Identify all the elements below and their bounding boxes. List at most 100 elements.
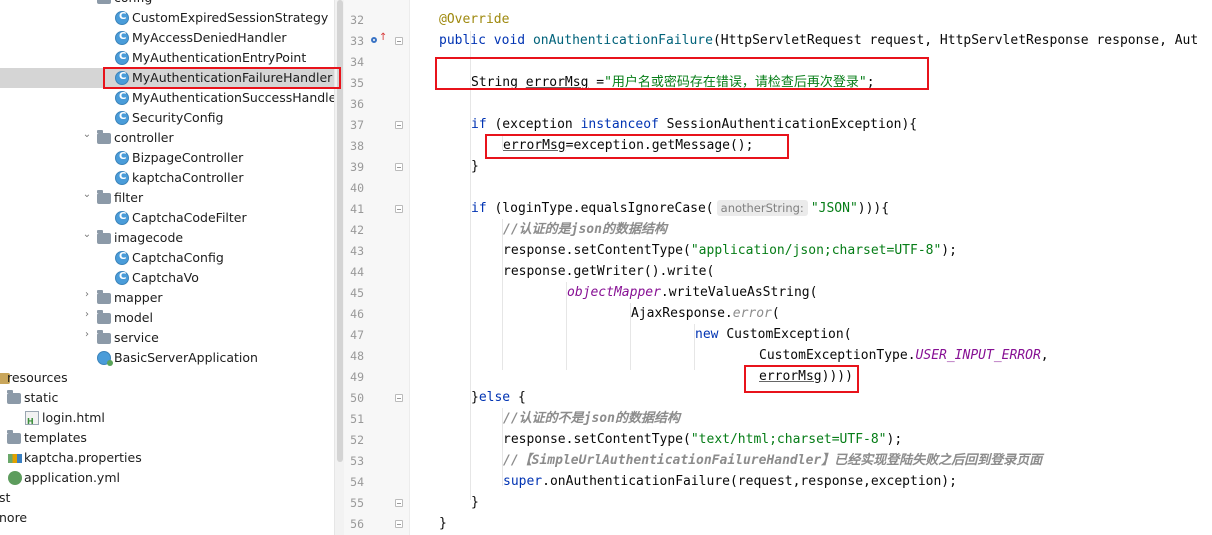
code-token: .writeValueAsString( [660,285,818,300]
tree-item[interactable]: templates [0,428,334,448]
code-line[interactable]: response.setContentType("application/jso… [503,240,957,261]
properties-file-icon [8,454,22,463]
tree-item[interactable]: static [0,388,334,408]
line-number: 34 [350,55,364,69]
tree-item-label: CaptchaVo [132,270,199,285]
code-line[interactable]: super.onAuthenticationFailure(request,re… [503,471,957,492]
parameter-hint: anotherString: [716,200,808,216]
code-line[interactable]: @Override [439,9,509,30]
tree-item[interactable]: MyAuthenticationSuccessHandler [0,88,334,108]
tree-item[interactable]: › model [0,308,334,328]
code-token: onAuthenticationFailure [532,33,713,48]
code-token: ); [886,432,903,447]
tree-item-label: MyAuthenticationSuccessHandler [132,90,334,105]
chevron-right-icon[interactable]: › [81,329,93,340]
tree-item-label: SecurityConfig [132,110,224,125]
code-line[interactable]: } [471,492,479,513]
line-number: 43 [350,244,364,258]
code-line[interactable]: public void onAuthenticationFailure(Http… [439,30,1198,51]
line-number: 39 [350,160,364,174]
tree-item[interactable]: CustomExpiredSessionStrategy [0,8,334,28]
line-number: 35 [350,76,364,90]
fold-toggle-icon[interactable] [395,205,403,213]
tree-item-label: MyAccessDeniedHandler [132,30,287,45]
code-line[interactable]: //认证的不是json的数据结构 [503,408,680,429]
code-line[interactable]: new CustomException( [695,324,852,345]
tree-item-label: CaptchaCodeFilter [132,210,247,225]
code-token: objectMapper [567,285,661,300]
tree-item-label: templates [24,430,87,445]
editor-gutter: ↑ 31 32 33 34 35 36 37 38 39 40 41 42 43 44 45 46 47 48 49… [344,0,410,535]
code-token: "application/json;charset=UTF-8" [690,243,942,258]
code-token: CustomExceptionType. [759,348,916,363]
chevron-right-icon[interactable]: › [81,309,93,320]
tree-item-label: BizpageController [132,150,244,165]
line-number: 46 [350,307,364,321]
tree-item[interactable]: › mapper [0,288,334,308]
tree-item[interactable]: SecurityConfig [0,108,334,128]
chevron-down-icon[interactable]: ⌄ [81,189,93,200]
tree-item-label: st [0,490,11,505]
tree-item[interactable]: st [0,488,334,508]
tree-item[interactable]: MyAccessDeniedHandler [0,28,334,48]
tree-item-label: CaptchaConfig [132,250,224,265]
code-line[interactable]: response.setContentType("text/html;chars… [503,429,902,450]
tree-item[interactable]: CaptchaCodeFilter [0,208,334,228]
fold-toggle-icon[interactable] [395,394,403,402]
line-number: 42 [350,223,364,237]
tree-item[interactable]: MyAuthenticationEntryPoint [0,48,334,68]
tree-item[interactable]: ⌄ controller [0,128,334,148]
tree-item[interactable]: ⌄ imagecode [0,228,334,248]
code-token: if [471,117,495,132]
fold-toggle-icon[interactable] [395,121,403,129]
tree-item[interactable]: nore [0,508,334,528]
code-line[interactable]: objectMapper.writeValueAsString( [567,282,817,303]
folder-icon [97,290,111,304]
line-number: 50 [350,391,364,405]
tree-item[interactable]: › service [0,328,334,348]
tree-item[interactable]: resources [0,368,334,388]
tree-item[interactable]: BasicServerApplication [0,348,334,368]
tree-item[interactable]: CaptchaConfig [0,248,334,268]
code-line[interactable]: if (loginType.equalsIgnoreCase(anotherSt… [471,198,889,219]
tree-item[interactable]: kaptcha.properties [0,448,334,468]
folder-icon [97,230,111,244]
tree-item[interactable]: application.yml [0,468,334,488]
line-number: 48 [350,349,364,363]
tree-item[interactable]: BizpageController [0,148,334,168]
highlight-box-errormsg-declaration [435,57,929,90]
code-line[interactable]: response.getWriter().write( [503,261,714,282]
code-line[interactable]: CustomExceptionType.USER_INPUT_ERROR, [759,345,1049,366]
fold-toggle-icon[interactable] [395,499,403,507]
indent-guide [566,282,567,370]
code-token: USER_INPUT_ERROR [915,348,1041,363]
fold-toggle-icon[interactable] [395,37,403,45]
override-marker-icon[interactable]: ↑ [370,33,387,47]
java-class-icon [115,271,129,285]
tree-item[interactable]: kaptchaController [0,168,334,188]
code-line[interactable]: AjaxResponse.error( [631,303,780,324]
code-line[interactable]: } [439,513,447,534]
tree-item-label: service [114,330,159,345]
indent-guide [630,303,631,370]
tree-item[interactable]: login.html [0,408,334,428]
chevron-right-icon[interactable]: › [81,289,93,300]
code-token: , [1040,348,1049,363]
code-line[interactable]: } [471,156,479,177]
fold-toggle-icon[interactable] [395,163,403,171]
chevron-down-icon[interactable]: ⌄ [81,129,93,140]
tree-item-label: static [24,390,59,405]
fold-toggle-icon[interactable] [395,520,403,528]
tree-item[interactable]: ⌄ filter [0,188,334,208]
code-line[interactable]: }else { [471,387,526,408]
line-number: 37 [350,118,364,132]
tree-item[interactable]: CaptchaVo [0,268,334,288]
code-line[interactable]: if (exception instanceof SessionAuthenti… [471,114,917,135]
spring-boot-app-icon [97,351,113,366]
code-token: void [493,33,533,48]
code-line[interactable]: //【SimpleUrlAuthenticationFailureHandler… [503,450,1042,471]
folder-icon [7,430,21,444]
code-line[interactable]: //认证的是json的数据结构 [503,219,667,240]
tree-item[interactable]: ⌄config [0,0,334,8]
chevron-down-icon[interactable]: ⌄ [81,229,93,240]
